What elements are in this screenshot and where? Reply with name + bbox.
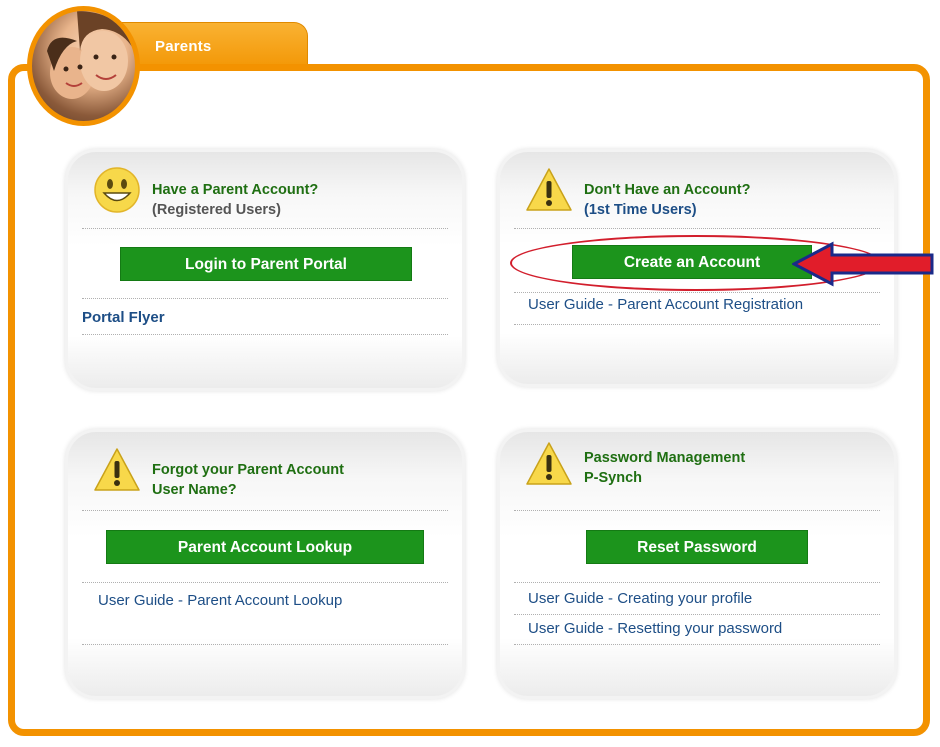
divider [82, 644, 448, 645]
portal-flyer-link[interactable]: Portal Flyer [82, 309, 165, 326]
password-management-panel: Password Management P-Synch Reset Passwo… [500, 432, 894, 696]
divider [514, 582, 880, 583]
divider [514, 614, 880, 615]
reset-password-button[interactable]: Reset Password [586, 530, 808, 564]
divider [82, 298, 448, 299]
divider [82, 582, 448, 583]
parent-account-lookup-button[interactable]: Parent Account Lookup [106, 530, 424, 564]
warning-icon [526, 442, 572, 485]
resetting-password-guide-link[interactable]: User Guide - Resetting your password [528, 620, 782, 637]
forgot-username-title: Forgot your Parent Account User Name? [152, 462, 344, 498]
divider [82, 510, 448, 511]
warning-icon [94, 448, 140, 491]
have-account-subtitle: (Registered Users) [152, 202, 281, 218]
warning-icon [526, 168, 572, 211]
parent-child-avatar [27, 6, 140, 126]
lookup-guide-link[interactable]: User Guide - Parent Account Lookup [98, 592, 342, 609]
have-account-panel: Have a Parent Account? (Registered Users… [68, 152, 462, 388]
divider [514, 510, 880, 511]
smiley-face-icon [94, 167, 140, 213]
divider [514, 324, 880, 325]
password-management-title: Password Management P-Synch [584, 450, 746, 486]
forgot-username-panel: Forgot your Parent Account User Name? Pa… [68, 432, 462, 696]
have-account-title: Have a Parent Account? (Registered Users… [152, 182, 319, 218]
red-arrow-icon [792, 241, 934, 287]
divider [82, 334, 448, 335]
login-portal-button[interactable]: Login to Parent Portal [120, 247, 412, 281]
divider [82, 228, 448, 229]
divider [514, 228, 880, 229]
registration-guide-link[interactable]: User Guide - Parent Account Registration [528, 296, 803, 313]
divider [514, 644, 880, 645]
creating-profile-guide-link[interactable]: User Guide - Creating your profile [528, 590, 752, 607]
no-account-title: Don't Have an Account? (1st Time Users) [584, 182, 751, 218]
divider [514, 292, 880, 293]
tab-label: Parents [155, 38, 212, 55]
no-account-subtitle: (1st Time Users) [584, 202, 697, 218]
